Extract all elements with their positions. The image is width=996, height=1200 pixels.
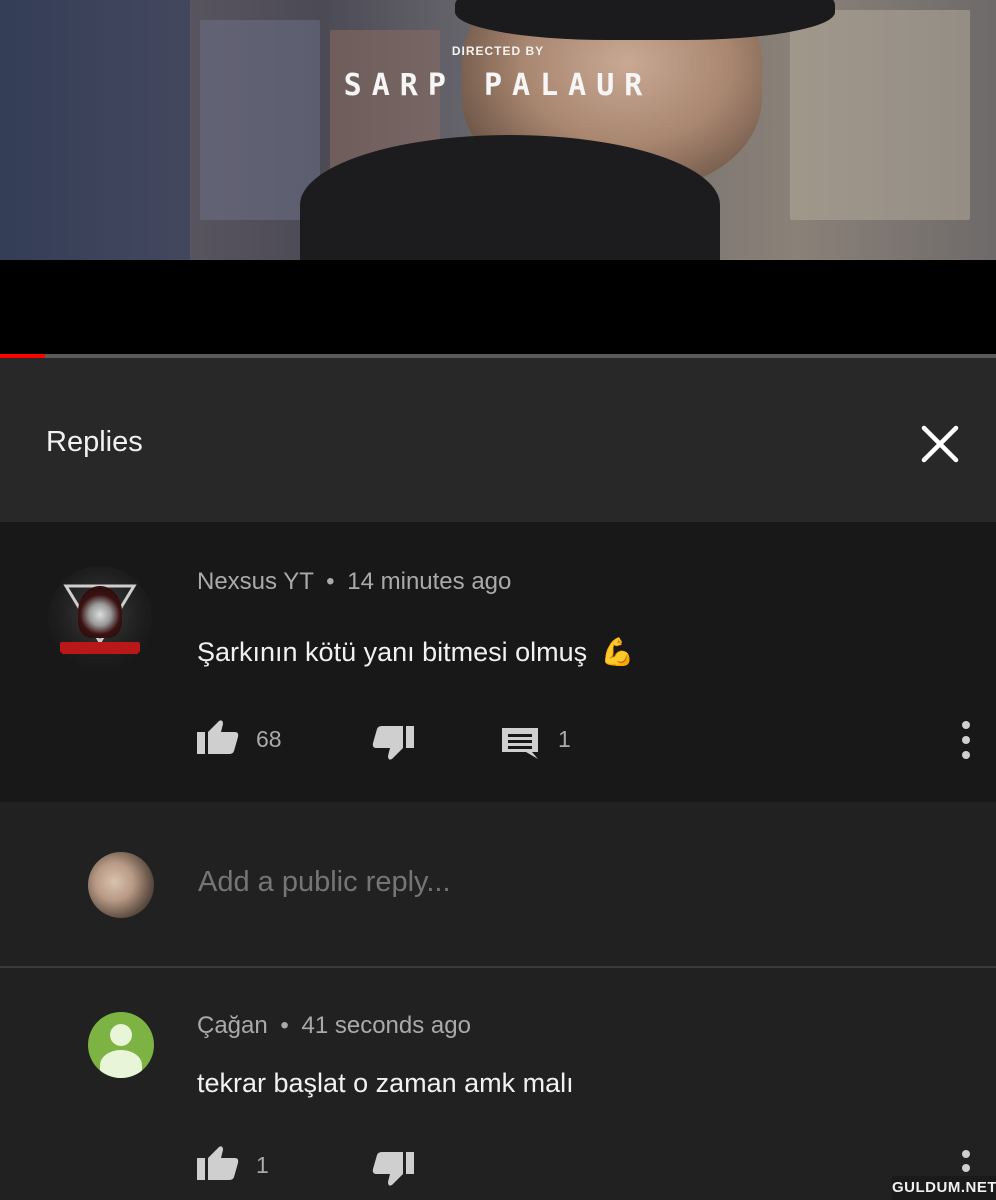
reply-time: 41 seconds ago [301,1012,471,1039]
director-name: SARP PALAUR [343,68,653,103]
close-button[interactable] [914,418,966,470]
reply-input[interactable] [198,866,898,899]
logo-ribbon [60,642,140,654]
comment-icon [502,728,538,759]
user-avatar [88,852,154,918]
thumbs-up-icon [197,720,239,754]
reply-text: tekrar başlat o zaman amk malı [197,1068,574,1098]
thumbs-up-icon [197,1146,239,1180]
reply-comment: Çağan • 41 seconds ago tekrar başlat o z… [0,968,996,1200]
credit-label: DIRECTED BY [451,44,545,58]
person-cap [455,0,835,40]
reply-meta: Çağan • 41 seconds ago [197,1012,471,1040]
channel-avatar[interactable] [48,566,152,670]
meta-separator: • [326,568,335,595]
top-comment: Nexsus YT • 14 minutes ago Şarkının kötü… [0,522,996,802]
background-poster [0,0,190,260]
reply-compose-row [0,802,996,966]
close-icon [921,425,959,463]
video-letterbox [0,260,996,356]
reply-like-button[interactable] [197,1146,239,1185]
like-count: 68 [256,726,282,752]
more-vert-icon [962,721,970,759]
site-watermark: GULDUM.NET [892,1176,996,1200]
thumbs-down-icon [372,726,414,760]
default-avatar-icon[interactable] [88,1012,154,1078]
background-poster [790,10,970,220]
thumbs-down-icon [372,1152,414,1186]
reply-author[interactable]: Çağan [197,1012,268,1039]
more-options-button[interactable] [958,718,974,767]
comment-author[interactable]: Nexsus YT [197,568,314,595]
more-vert-icon [962,1150,970,1172]
reply-like-count: 1 [256,1152,269,1178]
reply-dislike-button[interactable] [372,1152,414,1191]
replies-header: Replies [0,358,996,522]
skull-hood-icon [78,586,122,638]
comment-time: 14 minutes ago [347,568,512,595]
panel-title: Replies [46,426,143,458]
like-button[interactable] [197,720,239,759]
comment-text-row: Şarkının kötü yanı bitmesi olmuş 💪 [197,636,634,668]
reply-count: 1 [558,726,571,752]
reply-button[interactable] [500,726,540,765]
comment-meta: Nexsus YT • 14 minutes ago [197,568,511,596]
video-player[interactable]: DIRECTED BY SARP PALAUR [0,0,996,260]
dislike-button[interactable] [372,726,414,765]
flexed-biceps-emoji: 💪 [600,637,635,667]
comment-text: Şarkının kötü yanı bitmesi olmuş [197,637,588,667]
meta-separator: • [280,1012,289,1039]
